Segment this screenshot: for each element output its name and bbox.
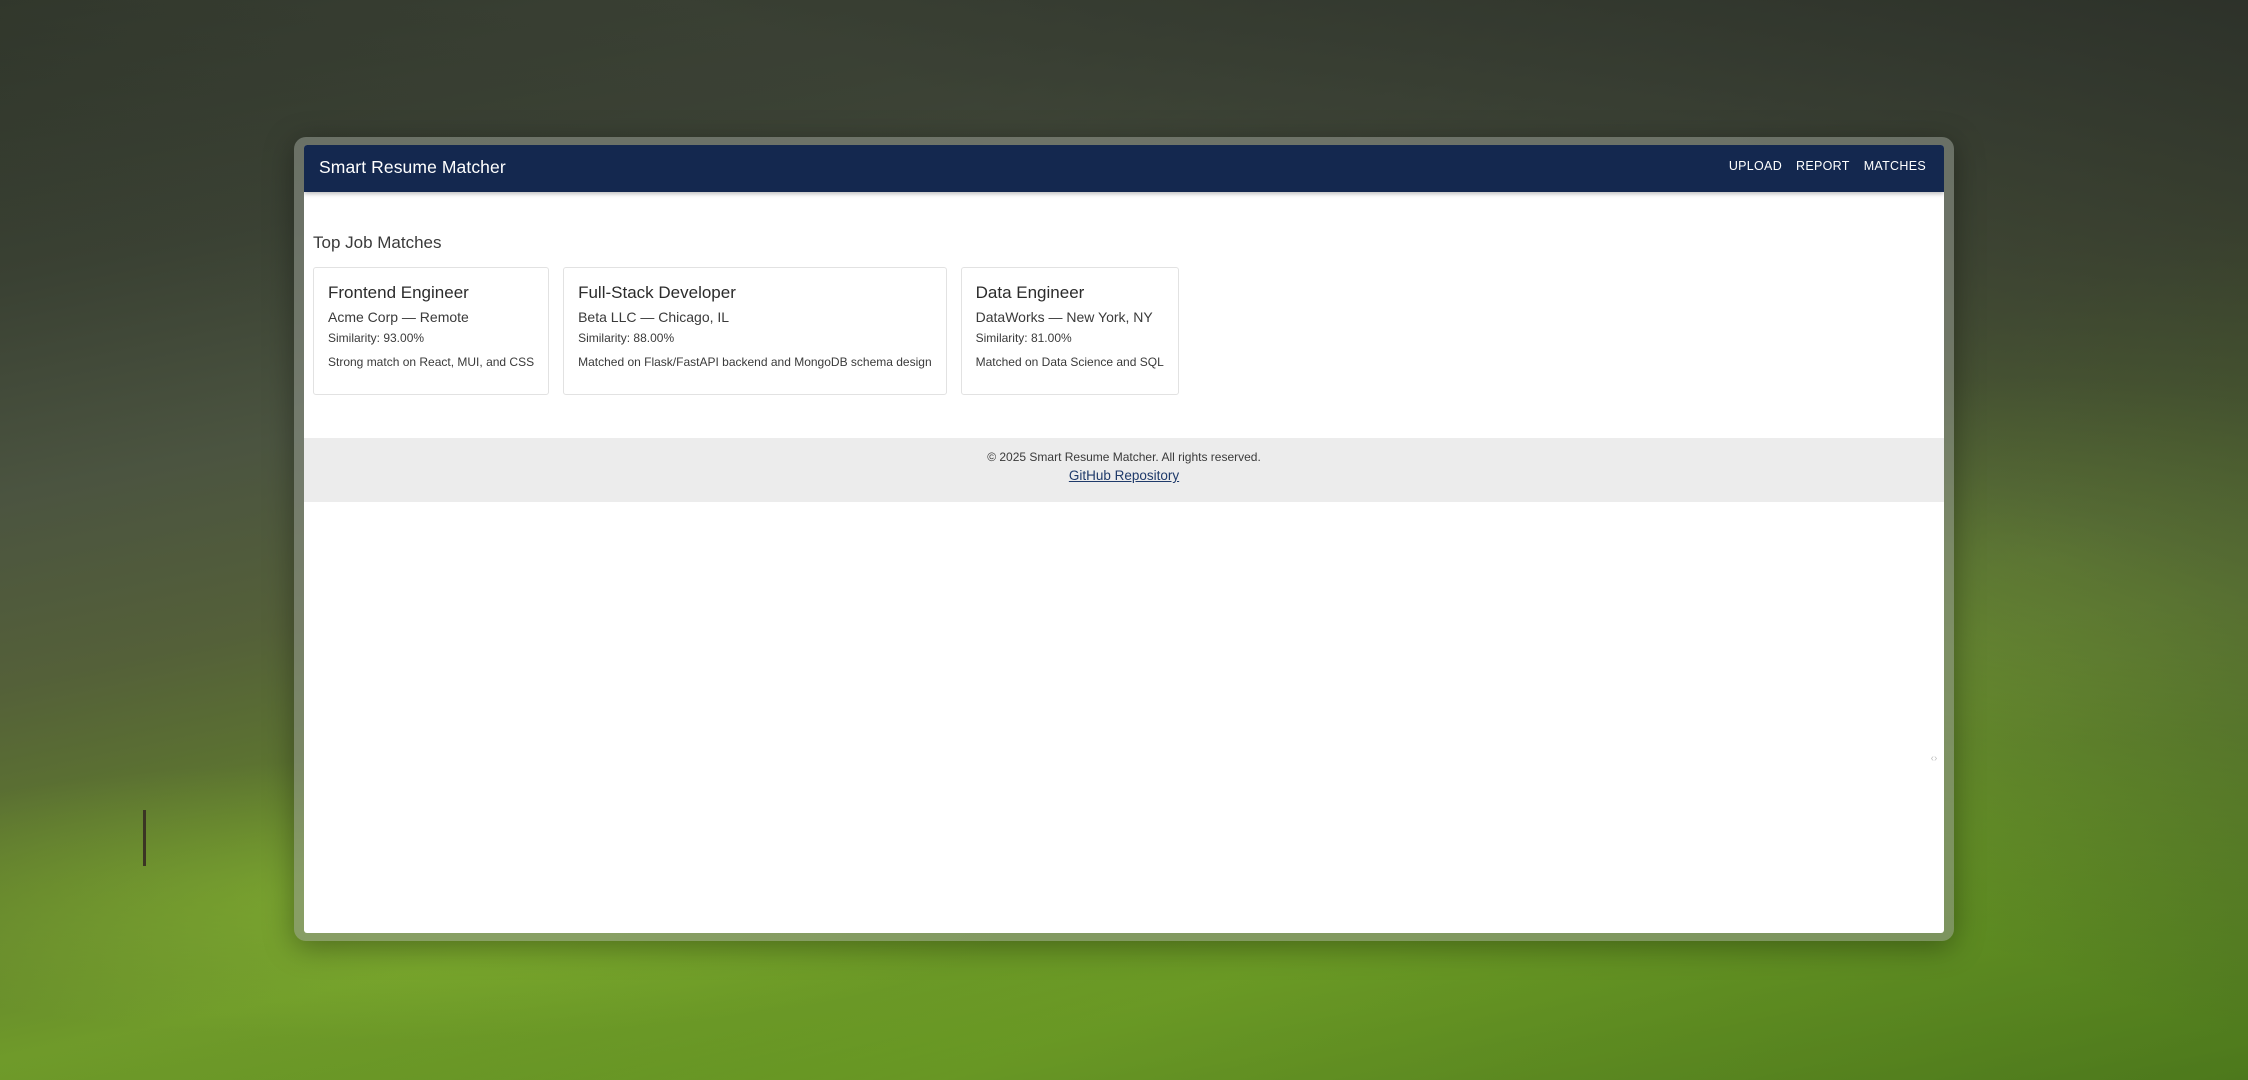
job-similarity: Similarity: 93.00% <box>328 331 425 345</box>
job-match-card[interactable]: Data Engineer DataWorks — New York, NY S… <box>960 267 1179 395</box>
job-similarity: Similarity: 81.00% <box>975 331 1072 345</box>
job-company-location: Beta LLC — Chicago, IL <box>578 309 730 325</box>
nav-upload-button[interactable]: UPLOAD <box>1729 153 1782 179</box>
job-match-reason: Strong match on React, MUI, and CSS <box>328 355 535 369</box>
job-company-location: Acme Corp — Remote <box>328 309 469 325</box>
top-nav: UPLOAD REPORT MATCHES <box>1729 153 1926 179</box>
job-match-reason: Matched on Data Science and SQL <box>975 355 1164 369</box>
job-match-card[interactable]: Frontend Engineer Acme Corp — Remote Sim… <box>313 267 550 395</box>
github-repository-link[interactable]: GitHub Repository <box>304 468 1944 483</box>
app-bar: Smart Resume Matcher UPLOAD REPORT MATCH… <box>304 145 1944 192</box>
job-match-reason: Matched on Flask/FastAPI backend and Mon… <box>578 355 932 369</box>
job-match-card[interactable]: Full-Stack Developer Beta LLC — Chicago,… <box>563 267 947 395</box>
job-company-location: DataWorks — New York, NY <box>975 309 1153 325</box>
footer-copyright: © 2025 Smart Resume Matcher. All rights … <box>987 450 1261 464</box>
job-title: Data Engineer <box>975 283 1085 302</box>
nav-report-button[interactable]: REPORT <box>1796 153 1850 179</box>
resize-handle-icon[interactable]: ‹› <box>1927 752 1941 766</box>
job-title: Full-Stack Developer <box>578 283 736 302</box>
page-footer: © 2025 Smart Resume Matcher. All rights … <box>304 438 1944 502</box>
job-similarity: Similarity: 88.00% <box>578 331 675 345</box>
app-window: Smart Resume Matcher UPLOAD REPORT MATCH… <box>304 145 1944 933</box>
page-title: Top Job Matches <box>313 233 442 252</box>
job-match-list: Frontend Engineer Acme Corp — Remote Sim… <box>313 267 1179 395</box>
app-title[interactable]: Smart Resume Matcher <box>319 154 506 180</box>
wallpaper-fence-post <box>143 810 146 866</box>
nav-matches-button[interactable]: MATCHES <box>1864 153 1926 179</box>
job-title: Frontend Engineer <box>328 283 469 302</box>
